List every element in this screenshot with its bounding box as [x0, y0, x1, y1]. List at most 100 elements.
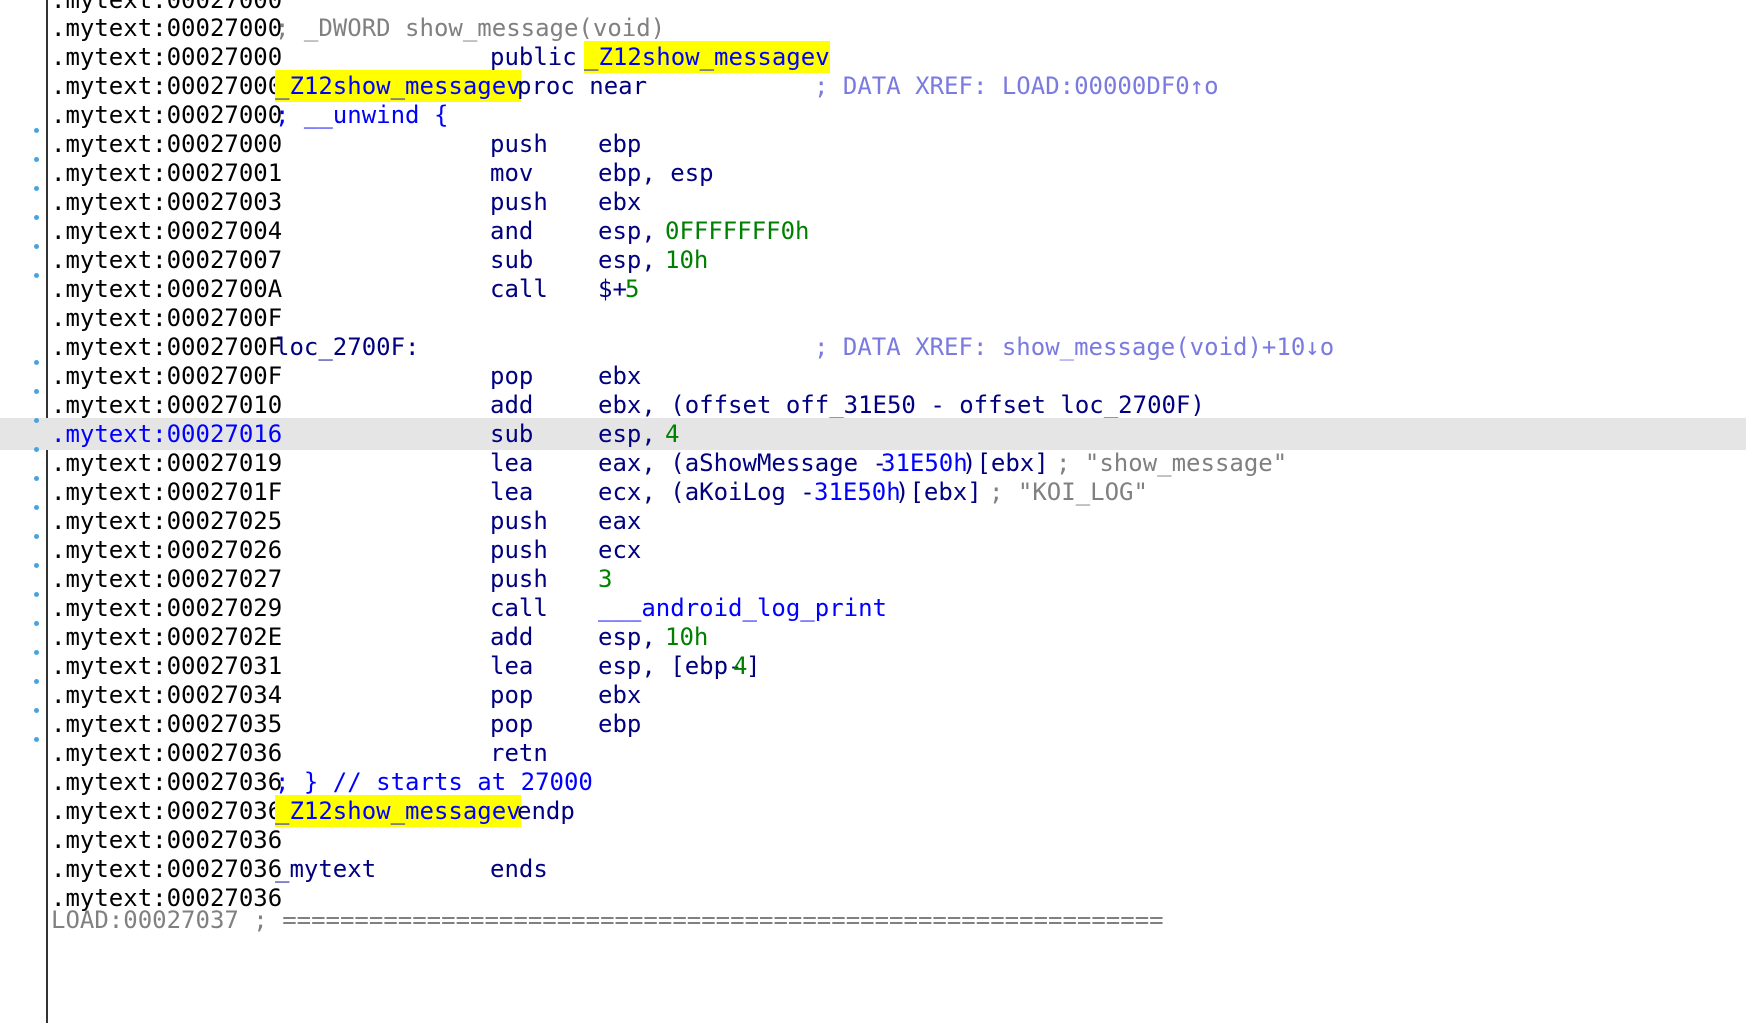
listing-line[interactable]: .mytext:00027019 lea eax, (aShowMessage … — [0, 447, 1746, 479]
address: .mytext:00027016 — [51, 420, 283, 448]
listing-line[interactable]: .mytext:00027003 push ebx — [0, 186, 1746, 218]
immediate-value: 31E50h — [814, 478, 901, 506]
address: .mytext:0002700F — [51, 362, 283, 390]
breakpoint-dot[interactable] — [34, 679, 39, 684]
function-label[interactable]: _Z12show_messagev — [275, 70, 521, 102]
operand: ebp — [598, 130, 642, 158]
listing-line[interactable]: .mytext:0002700A call $+ 5 — [0, 273, 1746, 305]
listing-line[interactable]: .mytext:00027000 ; __unwind { — [0, 99, 1746, 131]
breakpoint-dot[interactable] — [34, 360, 39, 365]
listing-line[interactable]: .mytext:0002700F — [0, 302, 1746, 334]
breakpoint-dot[interactable] — [34, 592, 39, 597]
operand: esp, — [598, 623, 671, 651]
mnemonic: add — [490, 623, 534, 651]
location-label[interactable]: loc_2700F: — [275, 331, 420, 363]
function-label[interactable]: _Z12show_messagev — [275, 795, 521, 827]
breakpoint-dot[interactable] — [34, 273, 39, 278]
listing-line[interactable]: .mytext:0002700F pop ebx — [0, 360, 1746, 392]
address: .mytext:00027000 — [51, 130, 283, 158]
breakpoint-dot[interactable] — [34, 186, 39, 191]
breakpoint-dot[interactable] — [34, 650, 39, 655]
operand: ebx, (offset off_31E50 - offset loc_2700… — [598, 391, 1205, 419]
mnemonic: push — [490, 188, 548, 216]
breakpoint-dot[interactable] — [34, 476, 39, 481]
directive: public — [490, 43, 577, 71]
breakpoint-dot[interactable] — [34, 418, 39, 423]
immediate-value: 5 — [625, 275, 640, 303]
mnemonic: call — [490, 275, 548, 303]
mnemonic: retn — [490, 739, 548, 767]
call-target[interactable]: ___android_log_print — [598, 592, 887, 624]
breakpoint-dot[interactable] — [34, 128, 39, 133]
operand: esp, [ebp- — [598, 652, 743, 680]
listing-line[interactable]: .mytext:00027027 push 3 — [0, 563, 1746, 595]
address: .mytext:00027000 — [51, 72, 283, 100]
unwind-comment: ; __unwind { — [275, 101, 449, 129]
function-prototype-comment: ; _DWORD show_message(void) — [275, 14, 666, 42]
listing-line[interactable]: .mytext:00027000 ; _DWORD show_message(v… — [0, 12, 1746, 44]
listing-line[interactable]: .mytext:00027004 and esp, 0FFFFFFF0h — [0, 215, 1746, 247]
listing-line[interactable]: .mytext:0002700F loc_2700F: ; DATA XREF:… — [0, 331, 1746, 363]
breakpoint-dot[interactable] — [34, 708, 39, 713]
address: .mytext:00027036 — [51, 768, 283, 796]
breakpoint-dot[interactable] — [34, 157, 39, 162]
address: .mytext:0002702E — [51, 623, 283, 651]
address: .mytext:00027000 — [51, 14, 283, 42]
breakpoint-dot[interactable] — [34, 737, 39, 742]
listing-line[interactable]: .mytext:00027031 lea esp, [ebp- 4 ] — [0, 650, 1746, 682]
directive: endp — [517, 797, 575, 825]
address: .mytext:00027036 — [51, 739, 283, 767]
xref-comment[interactable]: ; DATA XREF: LOAD:00000DF0↑o — [814, 70, 1219, 102]
listing-line[interactable]: .mytext:00027025 push eax — [0, 505, 1746, 537]
mnemonic: push — [490, 130, 548, 158]
listing-line-partial-bottom[interactable]: LOAD:00027037 ; ========================… — [0, 904, 1746, 936]
address: .mytext:00027027 — [51, 565, 283, 593]
breakpoint-dot[interactable] — [34, 621, 39, 626]
listing-line[interactable]: .mytext:00027000 public _Z12show_message… — [0, 41, 1746, 73]
listing-line[interactable]: .mytext:00027000 push ebp — [0, 128, 1746, 160]
listing-line[interactable]: .mytext:0002701F lea ecx, (aKoiLog - 31E… — [0, 476, 1746, 508]
listing-line-selected[interactable]: .mytext:00027016 sub esp, 4 — [0, 418, 1746, 450]
listing-line[interactable]: .mytext:00027001 mov ebp, esp — [0, 157, 1746, 189]
listing-line[interactable]: .mytext:00027036 _mytext ends — [0, 853, 1746, 885]
address: .mytext:00027019 — [51, 449, 283, 477]
symbol-name[interactable]: _Z12show_messagev — [584, 41, 830, 73]
unwind-comment: ; } // starts at 27000 — [275, 768, 593, 796]
listing-line[interactable]: .mytext:00027036 ; } // starts at 27000 — [0, 766, 1746, 798]
listing-line[interactable]: .mytext:00027036 — [0, 824, 1746, 856]
operand: ebp — [598, 710, 642, 738]
listing-line[interactable]: .mytext:00027029 call ___android_log_pri… — [0, 592, 1746, 624]
address: .mytext:0002701F — [51, 478, 283, 506]
disassembly-view[interactable]: .mytext:00027000 .mytext:00027000 ; _DWO… — [0, 0, 1746, 1023]
listing-line[interactable]: .mytext:00027007 sub esp, 10h — [0, 244, 1746, 276]
listing-line[interactable]: .mytext:00027026 push ecx — [0, 534, 1746, 566]
breakpoint-dot[interactable] — [34, 534, 39, 539]
immediate-value: 4 — [665, 420, 680, 448]
operand: ebx — [598, 362, 642, 390]
address: .mytext:0002700F — [51, 304, 283, 332]
mnemonic: and — [490, 217, 534, 245]
operand: )[ebx] — [895, 478, 982, 506]
breakpoint-dot[interactable] — [34, 563, 39, 568]
breakpoint-dot[interactable] — [34, 389, 39, 394]
breakpoint-dot[interactable] — [34, 505, 39, 510]
breakpoint-dot[interactable] — [34, 244, 39, 249]
listing-line[interactable]: .mytext:00027010 add ebx, (offset off_31… — [0, 389, 1746, 421]
operand: esp, — [598, 420, 671, 448]
listing-line[interactable]: .mytext:00027035 pop ebp — [0, 708, 1746, 740]
breakpoint-dot[interactable] — [34, 447, 39, 452]
mnemonic: sub — [490, 420, 534, 448]
mnemonic: lea — [490, 449, 534, 477]
listing-line[interactable]: .mytext:00027000 _Z12show_messagev proc … — [0, 70, 1746, 102]
xref-comment[interactable]: ; DATA XREF: show_message(void)+10↓o — [814, 331, 1334, 363]
address: .mytext:00027029 — [51, 594, 283, 622]
immediate-value: 3 — [598, 565, 613, 593]
address: .mytext:00027035 — [51, 710, 283, 738]
mnemonic: push — [490, 565, 548, 593]
listing-line[interactable]: .mytext:0002702E add esp, 10h — [0, 621, 1746, 653]
listing-line[interactable]: .mytext:00027036 retn — [0, 737, 1746, 769]
operand: ebp, esp — [598, 159, 714, 187]
breakpoint-dot[interactable] — [34, 215, 39, 220]
listing-line[interactable]: .mytext:00027036 _Z12show_messagev endp — [0, 795, 1746, 827]
listing-line[interactable]: .mytext:00027034 pop ebx — [0, 679, 1746, 711]
